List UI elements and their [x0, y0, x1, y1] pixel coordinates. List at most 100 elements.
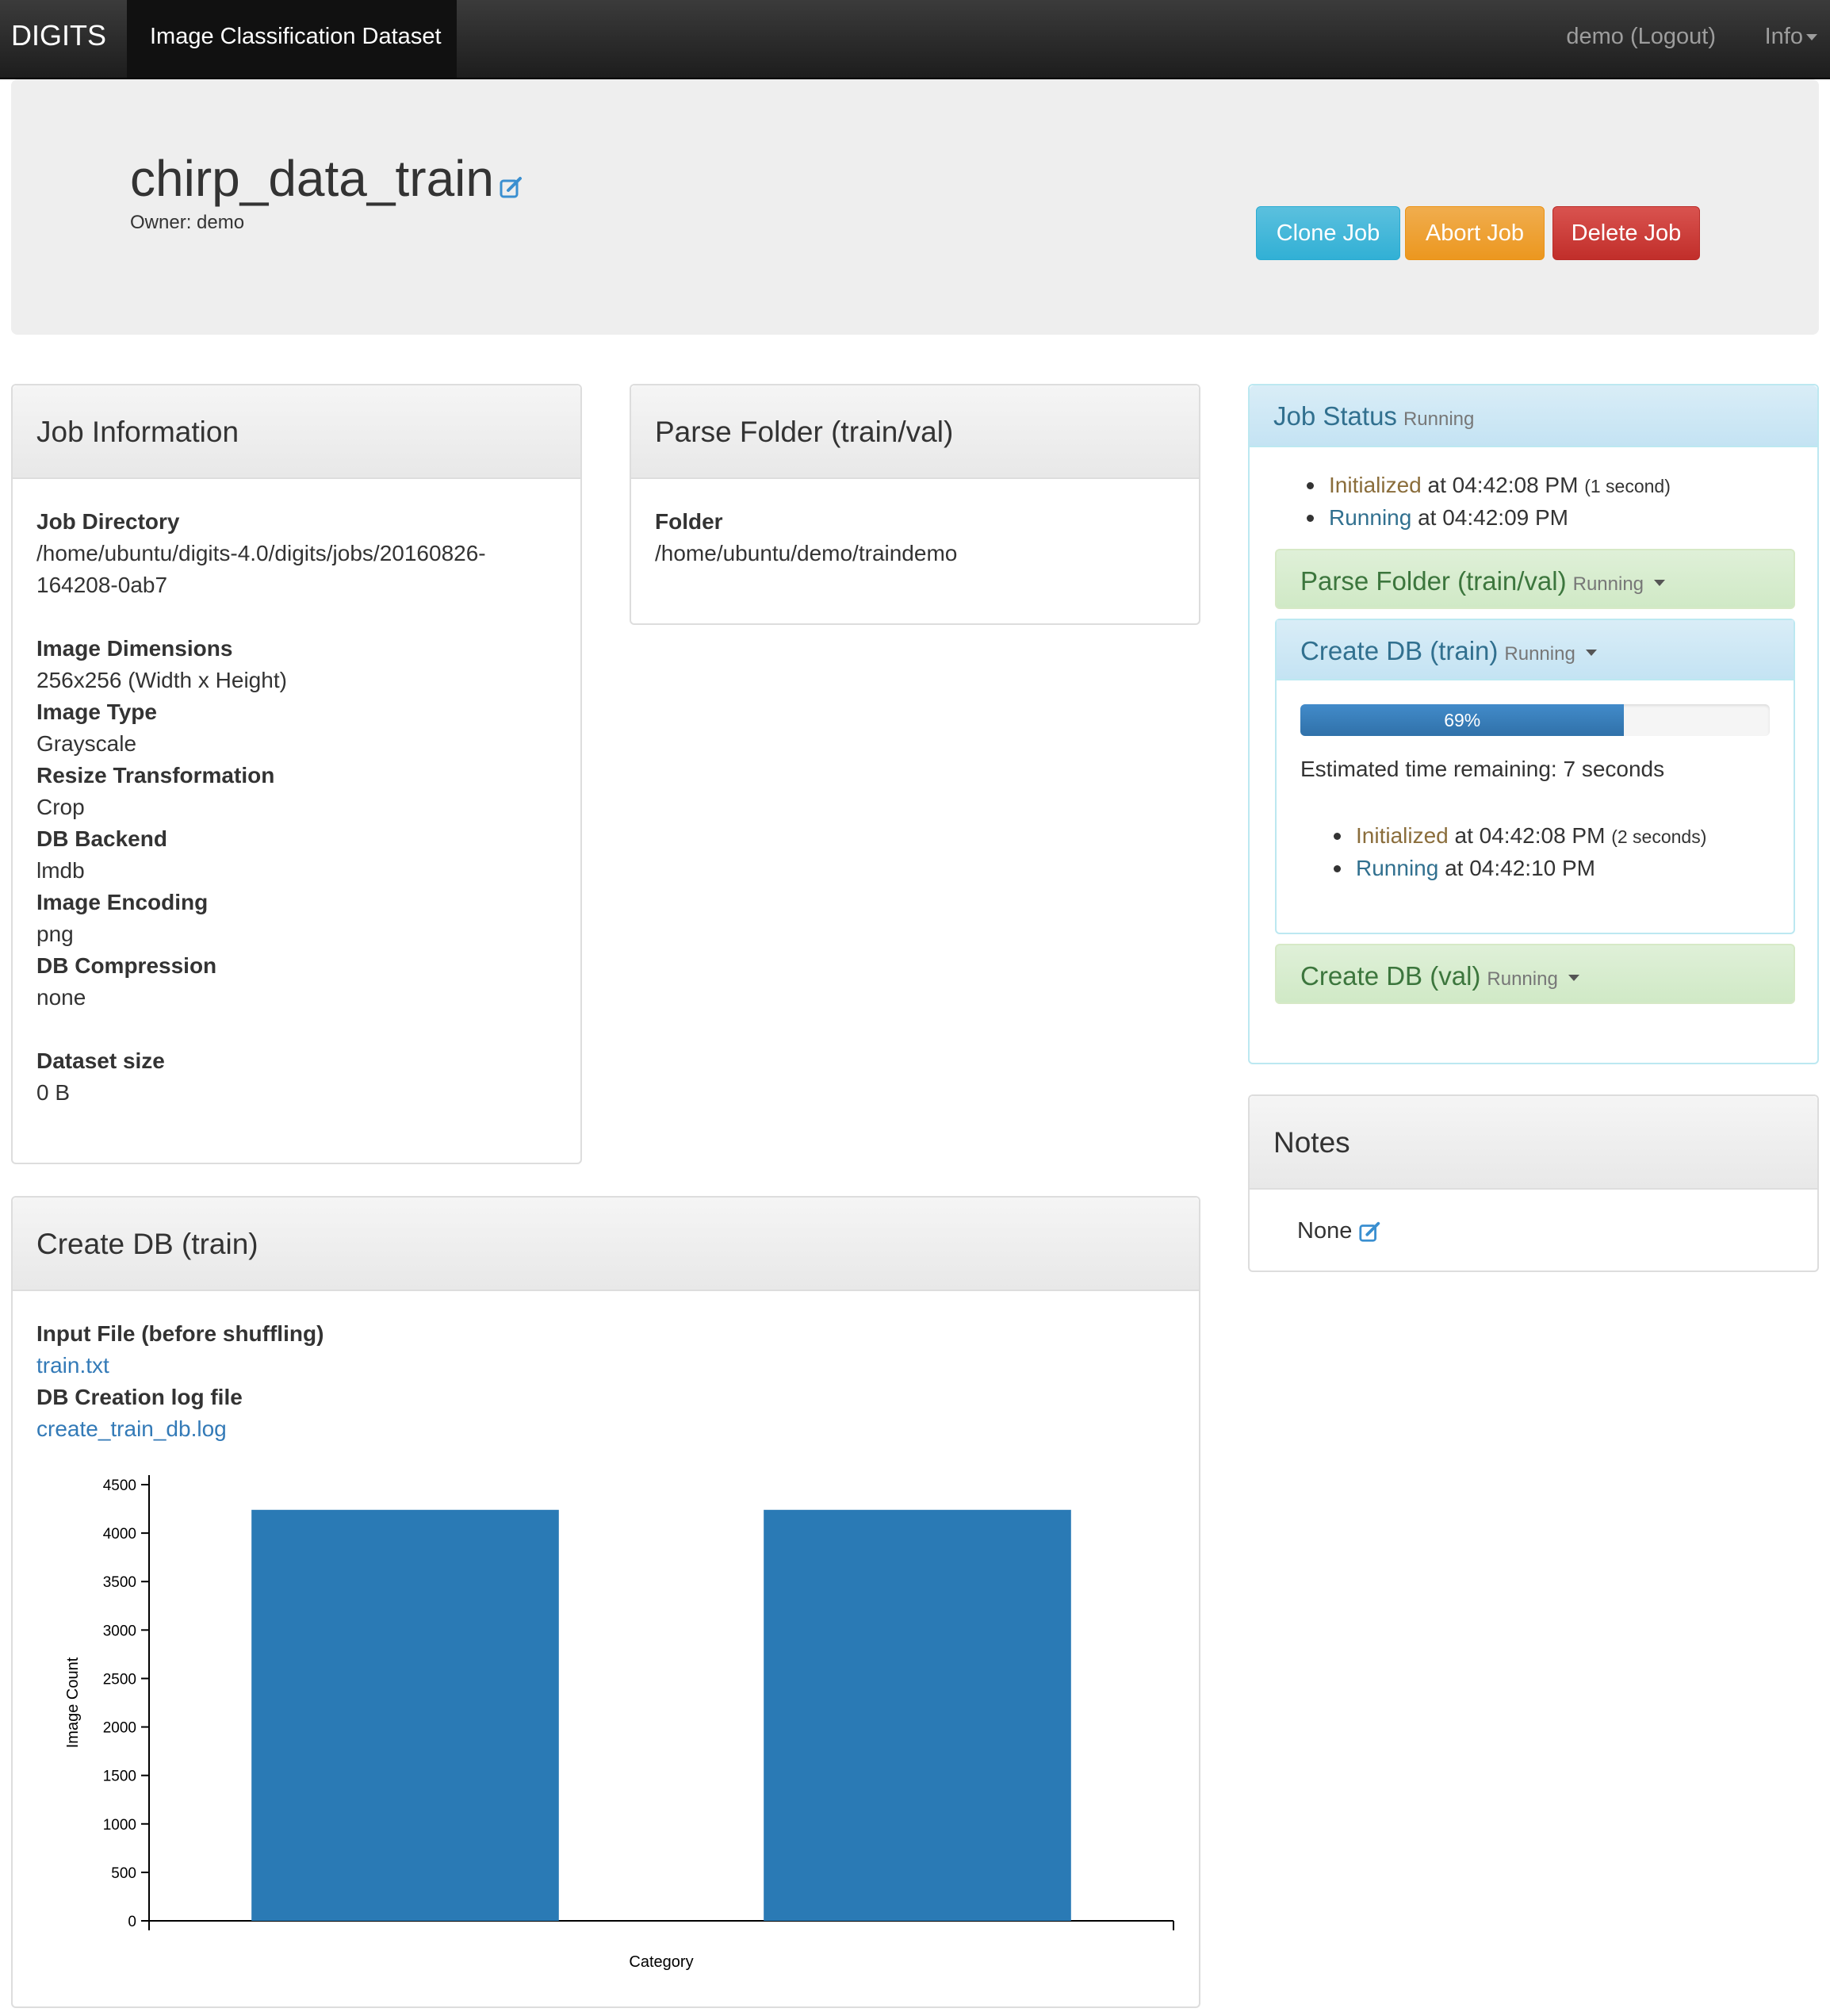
event-name: Running	[1329, 505, 1412, 530]
chevron-down-icon	[1806, 34, 1817, 41]
parse-folder-task[interactable]: Parse Folder (train/val) Running	[1275, 549, 1795, 609]
task-events: Initialized at 04:42:08 PM (2 seconds) R…	[1327, 820, 1706, 884]
image-encoding-value: png	[36, 922, 74, 946]
task-state: Running	[1487, 968, 1558, 990]
job-name: chirp_data_train	[130, 150, 494, 207]
logout-link[interactable]: demo (Logout)	[1566, 24, 1716, 50]
edit-icon[interactable]	[499, 153, 524, 212]
eta-text: Estimated time remaining: 7 seconds	[1300, 757, 1665, 781]
y-tick-label: 0	[128, 1914, 136, 1930]
panel-title: Parse Folder (train/val)	[655, 416, 954, 448]
y-tick-label: 2000	[103, 1720, 136, 1737]
job-status-heading: Job Status Running	[1250, 385, 1817, 447]
job-header: chirp_data_train Owner: demo Clone Job A…	[11, 79, 1819, 335]
event-time: at 04:42:09 PM	[1418, 505, 1568, 530]
task-state: Running	[1504, 643, 1575, 665]
chart-bar	[251, 1509, 559, 1921]
notes-text: None	[1297, 1218, 1353, 1244]
owner-text: Owner: demo	[130, 212, 245, 233]
db-backend-value: lmdb	[36, 858, 85, 883]
event-duration: (1 second)	[1584, 476, 1671, 496]
notes-value: None	[1297, 1218, 1382, 1244]
job-status-panel: Job Status Running Initialized at 04:42:0…	[1248, 384, 1819, 1064]
y-tick-label: 3000	[103, 1623, 136, 1639]
progress-bar: 69%	[1300, 704, 1625, 736]
info-label: Info	[1764, 24, 1803, 49]
edit-icon[interactable]	[1358, 1218, 1382, 1244]
resize-value: Crop	[36, 795, 85, 819]
y-tick-label: 1500	[103, 1769, 136, 1785]
abort-job-button[interactable]: Abort Job	[1405, 206, 1545, 260]
x-axis-label: Category	[629, 1953, 693, 1971]
db-compression-label: DB Compression	[36, 953, 217, 978]
job-directory-value-line1: /home/ubuntu/digits-4.0/digits/jobs/2016…	[36, 541, 486, 565]
y-tick-label: 4500	[103, 1478, 136, 1494]
event-time: at 04:42:08 PM	[1427, 473, 1579, 497]
navbar: DIGITS Image Classification Dataset demo…	[0, 0, 1830, 79]
event-name: Initialized	[1329, 473, 1422, 497]
panel-heading: Notes	[1250, 1096, 1817, 1190]
nav-tab-label: Image Classification Dataset	[150, 24, 442, 49]
job-status-state: Running	[1403, 408, 1475, 430]
image-encoding-label: Image Encoding	[36, 890, 209, 914]
list-item: Initialized at 04:42:08 PM (2 seconds)	[1327, 820, 1706, 853]
event-name: Running	[1356, 856, 1439, 880]
task-state: Running	[1572, 573, 1644, 595]
panel-heading: Job Information	[13, 385, 580, 479]
chevron-down-icon	[1654, 580, 1666, 587]
chart-bar	[764, 1509, 1071, 1921]
event-name: Initialized	[1356, 823, 1449, 848]
image-dimensions-value: 256x256 (Width x Height)	[36, 668, 287, 692]
job-information-panel: Job Information Job Directory /home/ubun…	[11, 384, 582, 1164]
event-duration: (2 seconds)	[1611, 826, 1707, 847]
delete-job-button[interactable]: Delete Job	[1552, 206, 1700, 260]
list-item: Running at 04:42:10 PM	[1327, 853, 1706, 884]
y-tick-label: 1000	[103, 1817, 136, 1834]
parse-folder-list: Folder /home/ubuntu/demo/traindemo	[655, 506, 957, 569]
y-axis-label: Image Count	[64, 1657, 82, 1748]
folder-label: Folder	[655, 509, 723, 534]
create-db-val-task[interactable]: Create DB (val) Running	[1275, 944, 1795, 1004]
notes-panel: Notes None	[1248, 1094, 1819, 1272]
list-item: Initialized at 04:42:08 PM (1 second)	[1300, 470, 1671, 502]
event-time: at 04:42:08 PM	[1454, 823, 1606, 848]
brand-logo[interactable]: DIGITS	[11, 19, 106, 52]
list-item: Running at 04:42:09 PM	[1300, 502, 1671, 534]
dataset-size-label: Dataset size	[36, 1048, 165, 1073]
image-count-chart: 0 500 1000 1500 2000 2500 3000 3500 4000 4500 Cat…	[64, 1475, 1174, 1971]
dataset-size-value: 0 B	[36, 1080, 71, 1105]
task-title-text: Create DB (val)	[1300, 961, 1481, 991]
chart-bars	[251, 1509, 1071, 1921]
task-title-text: Create DB (train)	[1300, 636, 1499, 665]
info-dropdown[interactable]: Info	[1765, 24, 1817, 50]
y-tick-label: 500	[111, 1865, 136, 1882]
job-info-list: Job Directory /home/ubuntu/digits-4.0/di…	[36, 506, 486, 1109]
nav-tab-dataset[interactable]: Image Classification Dataset	[127, 0, 457, 78]
image-type-label: Image Type	[36, 699, 157, 724]
job-directory-label: Job Directory	[36, 509, 180, 534]
task-title: Parse Folder (train/val) Running	[1300, 566, 1666, 596]
y-tick-label: 2500	[103, 1671, 136, 1688]
clone-job-button[interactable]: Clone Job	[1256, 206, 1400, 260]
chevron-down-icon	[1585, 650, 1597, 657]
panel-title: Notes	[1273, 1126, 1350, 1159]
folder-value: /home/ubuntu/demo/traindemo	[655, 541, 958, 565]
job-directory-value-line2: 164208-0ab7	[36, 573, 168, 597]
db-compression-value: none	[36, 985, 86, 1010]
page-title: chirp_data_train	[130, 149, 524, 212]
event-time: at 04:42:10 PM	[1445, 856, 1595, 880]
progress-bar-track: 69%	[1300, 704, 1770, 736]
y-tick-label: 4000	[103, 1526, 136, 1543]
create-db-train-task: Create DB (train) Running 69% Estimated t…	[1275, 619, 1795, 934]
parse-folder-panel: Parse Folder (train/val) Folder /home/ub…	[630, 384, 1200, 625]
panel-heading: Parse Folder (train/val)	[631, 385, 1199, 479]
job-status-title: Job Status	[1273, 401, 1397, 431]
y-tick-label: 3500	[103, 1574, 136, 1591]
panel-title: Job Status Running	[1273, 401, 1474, 431]
task-heading[interactable]: Create DB (train) Running	[1277, 620, 1794, 680]
task-title: Create DB (val) Running	[1300, 961, 1579, 991]
job-status-events: Initialized at 04:42:08 PM (1 second) Ru…	[1300, 470, 1671, 534]
resize-label: Resize Transformation	[36, 763, 275, 788]
task-title-text: Parse Folder (train/val)	[1300, 566, 1567, 596]
panel-title: Job Information	[36, 416, 239, 448]
